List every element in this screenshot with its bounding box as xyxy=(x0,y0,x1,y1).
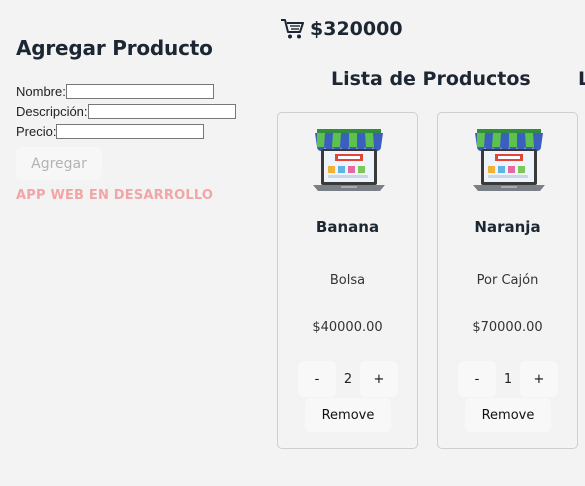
product-price: $70000.00 xyxy=(472,320,543,335)
description-field-row: Descripción: xyxy=(16,101,256,121)
online-store-icon xyxy=(471,129,547,200)
description-input[interactable] xyxy=(87,103,236,119)
product-list-title: Lista de Productos xyxy=(331,68,531,90)
remove-button[interactable]: Remove xyxy=(465,398,551,432)
decrement-button[interactable]: - xyxy=(298,361,336,397)
quantity-stepper: - 2 + xyxy=(298,361,398,397)
decrement-button[interactable]: - xyxy=(458,361,496,397)
product-description: Bolsa xyxy=(329,273,366,288)
product-description: Por Cajón xyxy=(476,273,539,288)
form-title: Agregar Producto xyxy=(16,36,213,60)
online-store-icon xyxy=(311,129,387,200)
description-label: Descripción: xyxy=(16,103,88,119)
quantity-stepper: - 1 + xyxy=(458,361,558,397)
product-price: $40000.00 xyxy=(312,320,383,335)
product-card: Naranja Por Cajón $70000.00 - 1 + Remove xyxy=(437,112,578,449)
dev-status-note: APP WEB EN DESARROLLO xyxy=(16,188,214,203)
cart-icon[interactable] xyxy=(280,18,304,40)
remove-button[interactable]: Remove xyxy=(305,398,391,432)
name-input[interactable] xyxy=(65,83,214,99)
cart-summary: $320000 xyxy=(280,18,403,40)
price-label: Precio: xyxy=(16,123,57,139)
name-label: Nombre: xyxy=(16,83,66,99)
product-card: Banana Bolsa $40000.00 - 2 + Remove xyxy=(277,112,418,449)
price-field-row: Precio: xyxy=(16,121,256,141)
add-product-form: Agregar Producto Nombre: Descripción: Pr… xyxy=(16,36,256,203)
increment-button[interactable]: + xyxy=(520,361,558,397)
next-section-title: L xyxy=(578,68,585,90)
product-name: Banana xyxy=(315,218,380,236)
product-name: Naranja xyxy=(474,218,541,236)
add-product-button[interactable]: Agregar xyxy=(16,147,102,180)
cart-total: $320000 xyxy=(310,18,403,40)
price-input[interactable] xyxy=(56,123,205,139)
quantity-value: 1 xyxy=(503,371,513,387)
name-field-row: Nombre: xyxy=(16,81,256,101)
increment-button[interactable]: + xyxy=(360,361,398,397)
quantity-value: 2 xyxy=(343,371,353,387)
